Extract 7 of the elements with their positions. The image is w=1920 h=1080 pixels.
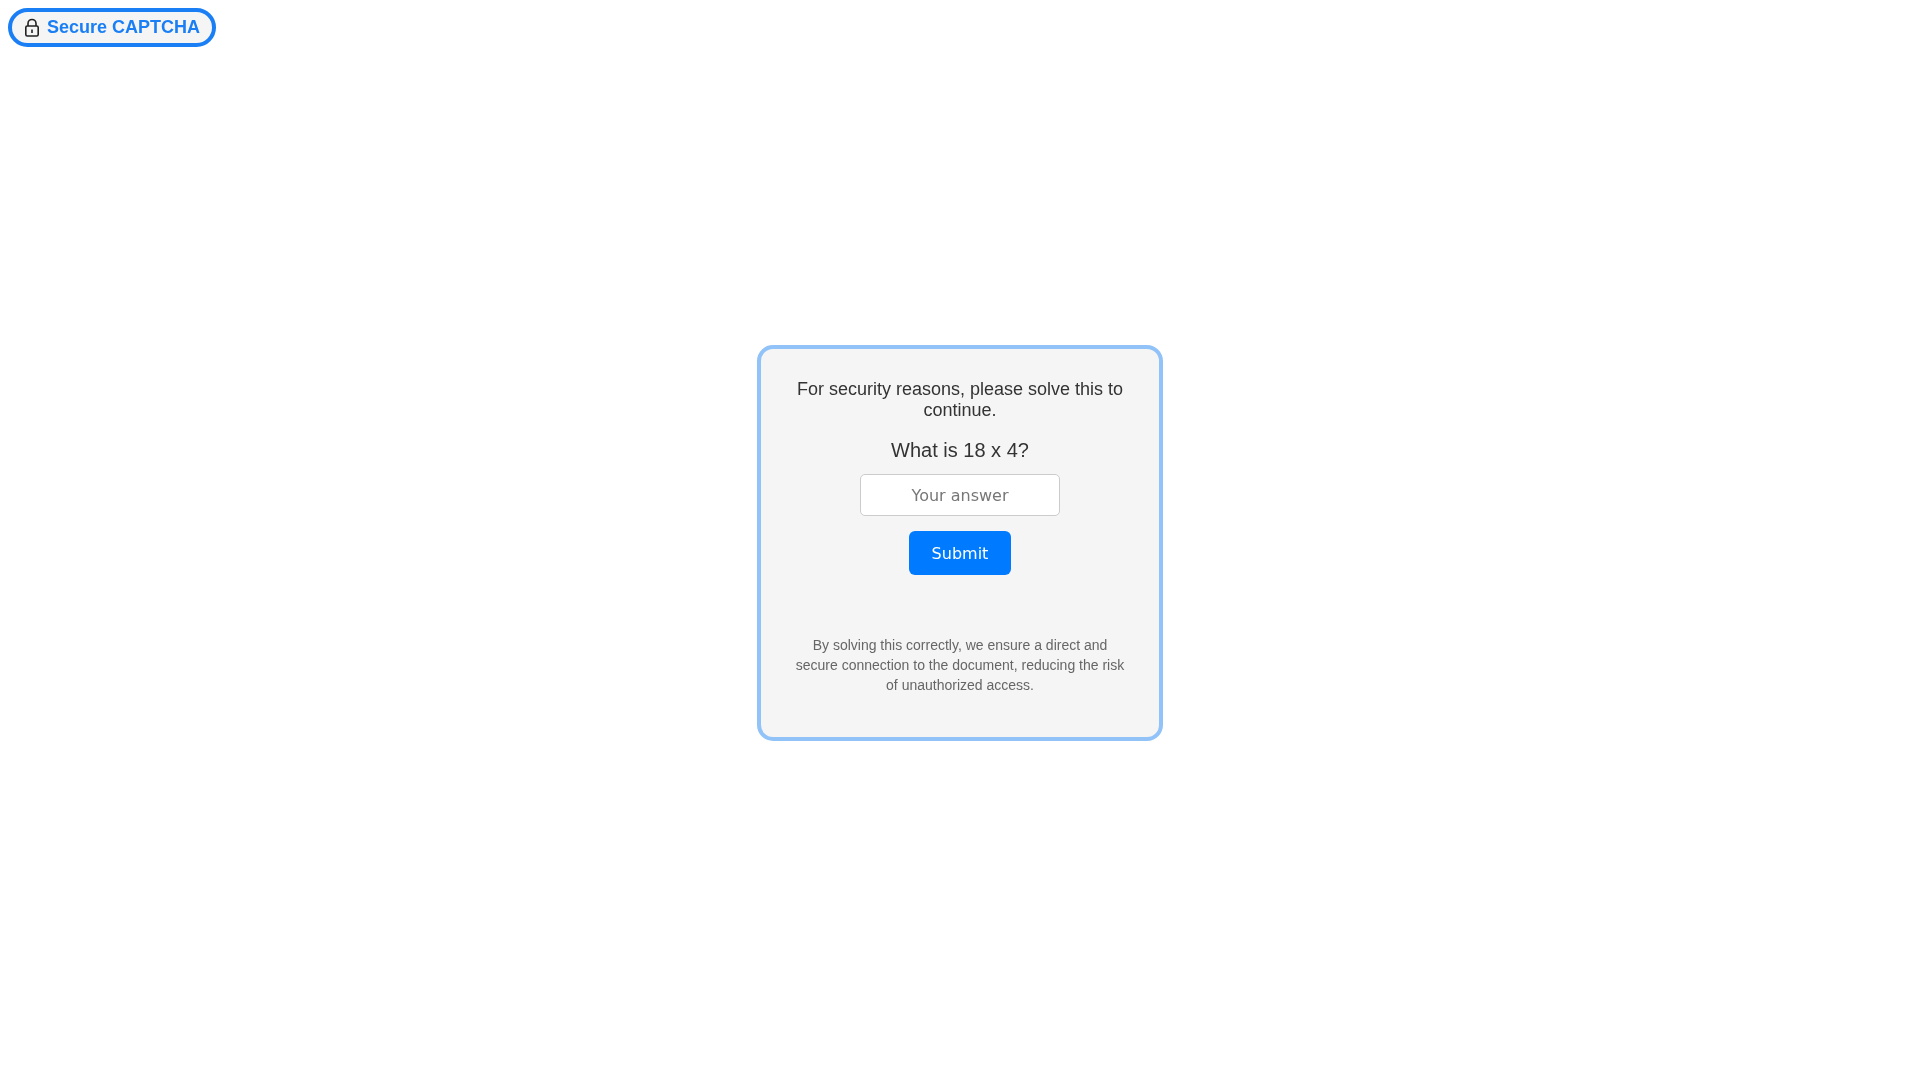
intro-text: For security reasons, please solve this to continue. — [795, 379, 1125, 421]
note-text: By solving this correctly, we ensure a direct and secure connection to the document, reducing the risk of unauthorized access. — [794, 636, 1126, 695]
submit-button[interactable]: Submit — [909, 531, 1011, 575]
question-text: What is 18 x 4? — [891, 439, 1029, 462]
answer-field[interactable]: Your answer — [860, 474, 1060, 516]
badge-label: Secure CAPTCHA — [47, 17, 201, 38]
padlock-icon — [24, 18, 40, 37]
